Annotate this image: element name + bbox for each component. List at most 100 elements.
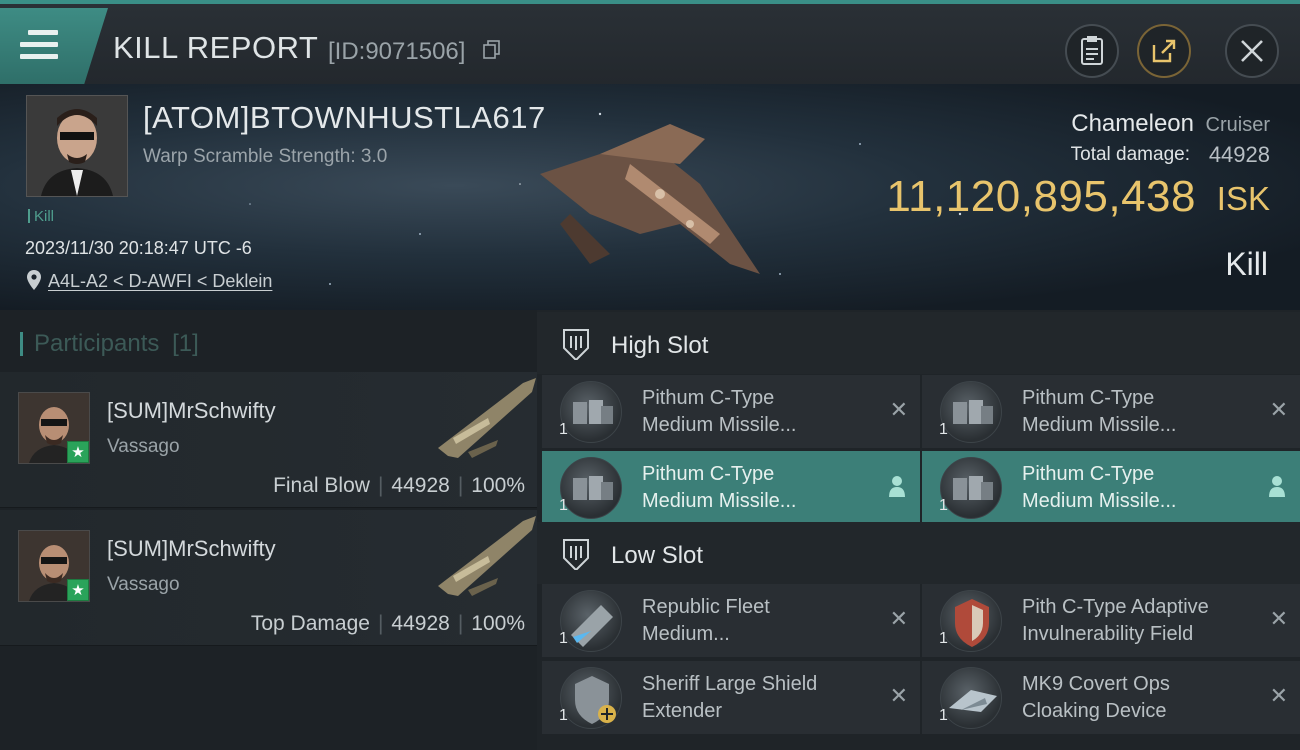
low-slot-header: Low Slot [537,522,1300,584]
module-name: Pithum C-Type Medium Missile... [1022,387,1177,436]
low-slot-title: Low Slot [611,542,704,569]
participant-stats: Final Blow | 44928 | 100% [273,474,525,497]
participants-heading: Participants [1] [20,330,199,358]
damage-amplifier-icon [560,590,622,652]
module-name: MK9 Covert Ops Cloaking Device [1022,673,1170,722]
result-label: Kill [1225,246,1268,282]
destroyed-icon: ✕ [889,683,908,708]
destroyed-icon: ✕ [889,397,908,422]
module-name: Republic Fleet Medium... [642,596,770,645]
module-quantity: 1 [939,421,948,438]
module-item[interactable]: 1 Pith C-Type Adaptive Invulnerability Fi… [922,584,1300,657]
star-badge-icon: ★ [67,441,89,463]
victim-ship-image [540,124,760,274]
participant-stats: Top Damage | 44928 | 100% [250,612,525,635]
module-quantity: 1 [939,497,948,514]
location-pin-icon [27,270,41,290]
participant-row[interactable]: ★ [SUM]MrSchwifty Vassago Final Blow | 449… [0,372,537,508]
total-damage-label: Total damage: [1070,144,1190,165]
kill-tag: Kill [28,208,54,225]
destroyed-icon: ✕ [889,606,908,631]
missile-launcher-icon [560,381,622,443]
victim-ship-class: Cruiser [1205,114,1270,136]
module-item[interactable]: 1 Pithum C-Type Medium Missile... [922,451,1300,524]
missile-launcher-icon [560,457,622,519]
participant-damage: 44928 [391,612,450,635]
participant-ship-image [438,378,536,458]
participant-percent: 100% [471,474,525,497]
total-damage-value: 44928 [1208,142,1270,167]
module-item[interactable]: 1 Sheriff Large Shield Extender ✕ [542,661,920,734]
participants-heading-label: Participants [34,330,160,357]
participants-count: [1] [172,330,199,357]
missile-launcher-icon [940,457,1002,519]
export-icon [1152,39,1176,63]
cloaking-device-icon [940,667,1002,729]
dropped-person-icon [1269,476,1285,497]
clipboard-icon [1081,36,1103,65]
participant-avatar: ★ [18,530,90,602]
module-item[interactable]: 1 Pithum C-Type Medium Missile... ✕ [542,375,920,448]
participant-ship: Vassago [107,436,180,457]
close-button[interactable] [1225,24,1279,78]
module-item[interactable]: 1 Pithum C-Type Medium Missile... ✕ [922,375,1300,448]
participant-role: Final Blow [273,474,370,497]
module-quantity: 1 [559,497,568,514]
participant-damage: 44928 [391,474,450,497]
module-quantity: 1 [559,630,568,647]
module-name: Pithum C-Type Medium Missile... [1022,463,1177,512]
module-quantity: 1 [939,707,948,724]
module-name: Pithum C-Type Medium Missile... [642,387,797,436]
kill-timestamp: 2023/11/30 20:18:47 UTC -6 [25,238,252,258]
page-title: KILL REPORT [113,30,319,65]
shield-extender-icon [560,667,622,729]
high-slot-header: High Slot [537,312,1300,374]
fitting-panel: High Slot 1 Pithum C-Type Medium Missile.… [537,310,1300,750]
participant-ship-image [438,516,536,596]
copy-icon[interactable] [483,40,501,60]
participant-role: Top Damage [250,612,370,635]
destroyed-icon: ✕ [1269,397,1288,422]
participant-row[interactable]: ★ [SUM]MrSchwifty Vassago Top Damage | 449… [0,510,537,646]
destroyed-icon: ✕ [1269,606,1288,631]
star-badge-icon: ★ [67,579,89,601]
missile-launcher-icon [940,381,1002,443]
participants-panel: Participants [1] ★ [SUM]MrSchwifty Vassa… [0,310,537,750]
isk-value: 11,120,895,438 [886,172,1196,221]
participant-name[interactable]: [SUM]MrSchwifty [107,536,276,562]
destroyed-icon: ✕ [1269,683,1288,708]
module-name: Pith C-Type Adaptive Invulnerability Fiel… [1022,596,1209,645]
warp-scramble-strength: Warp Scramble Strength: 3.0 [143,146,388,167]
menu-button[interactable] [0,8,108,84]
module-item[interactable]: 1 Pithum C-Type Medium Missile... [542,451,920,524]
module-quantity: 1 [559,707,568,724]
participant-ship: Vassago [107,574,180,595]
victim-name[interactable]: [ATOM]BTOWNHUSTLA617 [143,100,546,136]
module-name: Pithum C-Type Medium Missile... [642,463,797,512]
invulnerability-field-icon [940,590,1002,652]
module-name: Sheriff Large Shield Extender [642,673,818,722]
victim-portrait[interactable] [26,95,128,197]
close-icon [1241,40,1263,62]
low-slot-icon [563,539,589,570]
menu-icon [20,30,58,60]
isk-unit: ISK [1216,180,1270,217]
high-slot-icon [563,329,589,360]
victim-ship-name[interactable]: Chameleon [1071,110,1194,138]
module-quantity: 1 [559,421,568,438]
module-item[interactable]: 1 MK9 Covert Ops Cloaking Device ✕ [922,661,1300,734]
dropped-person-icon [889,476,905,497]
module-quantity: 1 [939,630,948,647]
title-bar: KILL REPORT [ID:9071506] [0,0,1300,84]
clipboard-button[interactable] [1065,24,1119,78]
victim-summary: [ATOM]BTOWNHUSTLA617 Warp Scramble Stren… [0,84,1300,310]
location-link[interactable]: A4L-A2 < D-AWFI < Deklein [48,271,272,292]
participant-percent: 100% [471,612,525,635]
high-slot-title: High Slot [611,332,709,359]
avatar [27,96,127,196]
report-id: [ID:9071506] [328,38,466,65]
participant-avatar: ★ [18,392,90,464]
module-item[interactable]: 1 Republic Fleet Medium... ✕ [542,584,920,657]
export-button[interactable] [1137,24,1191,78]
participant-name[interactable]: [SUM]MrSchwifty [107,398,276,424]
